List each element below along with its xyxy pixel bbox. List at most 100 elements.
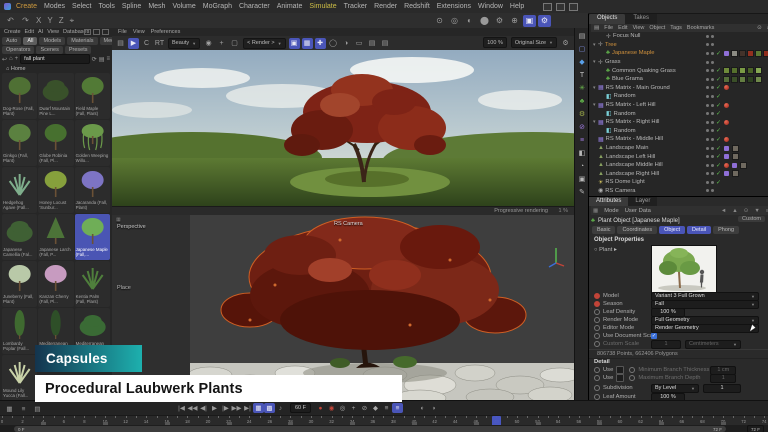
attr-chip-detail[interactable]: Detail: [687, 226, 711, 234]
loop-mode-button[interactable]: ▦: [253, 403, 264, 413]
material-swatch[interactable]: [747, 76, 754, 83]
breadcrumb[interactable]: ⌂ Home: [6, 66, 26, 72]
render-visibility-dot[interactable]: [711, 189, 714, 192]
panel-float-icon[interactable]: [93, 29, 100, 35]
menu-item-spline[interactable]: Spline: [122, 3, 141, 10]
objects-tab-takes[interactable]: Takes: [625, 14, 657, 24]
editor-visibility-dot[interactable]: [706, 164, 709, 167]
object-menu-tags[interactable]: Tags: [670, 25, 682, 31]
anim-dot[interactable]: [594, 385, 600, 391]
region-icon[interactable]: ◯: [328, 38, 339, 49]
asset-item-dog-rose-fall-plant[interactable]: Dog-Rose (Fall, Plant): [2, 73, 37, 119]
add-icon[interactable]: ⊕: [508, 15, 521, 27]
clip-mode-icon[interactable]: ◑: [428, 403, 439, 413]
generator-icon[interactable]: ✳: [576, 82, 588, 94]
asset-menu-create[interactable]: Create: [4, 29, 21, 37]
param-dot[interactable]: [629, 375, 635, 381]
render-visibility-dot[interactable]: [711, 104, 714, 107]
perspective-viewport[interactable]: ▦ Perspective RS Camera Place: [112, 215, 574, 400]
search-icon[interactable]: ⊙: [744, 208, 749, 214]
texture-tag-icon[interactable]: [740, 162, 747, 169]
axis-system-icon[interactable]: ⌖: [70, 16, 75, 26]
enabled-check-icon[interactable]: ✓: [716, 119, 721, 126]
enabled-check-icon[interactable]: ✓: [716, 110, 721, 117]
editor-visibility-dot[interactable]: [706, 147, 709, 150]
viewport-camera-label[interactable]: RS Camera: [334, 221, 363, 227]
attr-tab-layer[interactable]: Layer: [628, 197, 657, 206]
editor-visibility-dot[interactable]: [706, 61, 709, 64]
volume-icon[interactable]: ◧: [576, 147, 588, 159]
enabled-check-icon[interactable]: ✓: [716, 170, 721, 177]
material-swatch[interactable]: [731, 50, 738, 57]
material-icon[interactable]: ⬤: [478, 15, 491, 27]
render-visibility-dot[interactable]: [711, 129, 714, 132]
render-view-icon[interactable]: ⊙: [433, 15, 446, 27]
pan-icon[interactable]: ✚: [315, 38, 326, 49]
object-row-rs-matrix-left-hill[interactable]: ▾▦RS Matrix - Left Hill✓: [589, 101, 768, 110]
asset-item-japanese-camellia-fal[interactable]: Japanese Camellia (Fal...: [2, 214, 37, 260]
editor-visibility-dot[interactable]: [706, 112, 709, 115]
attr-chip-object[interactable]: Object: [659, 226, 685, 234]
camera-tool-icon[interactable]: ◔: [576, 160, 588, 172]
object-row-landscape-right-hill[interactable]: ▲Landscape Right Hill✓: [589, 170, 768, 179]
material-swatch[interactable]: [755, 50, 762, 57]
object-menu-view[interactable]: View: [633, 25, 645, 31]
render-visibility-dot[interactable]: [711, 121, 714, 124]
camera-selector-dropdown[interactable]: < Render >▼: [243, 38, 286, 49]
panel-max-icon[interactable]: [102, 29, 109, 35]
object-row-rs-camera[interactable]: ◉RS Camera: [589, 187, 768, 196]
timeline-layers-icon[interactable]: ▤: [32, 404, 43, 414]
sound-toggle-button[interactable]: ♪: [275, 403, 286, 413]
render-settings-icon[interactable]: ◎: [448, 15, 461, 27]
enabled-check-icon[interactable]: ✓: [716, 93, 721, 100]
custom-button[interactable]: Custom: [738, 216, 765, 222]
object-menu-object[interactable]: Object: [649, 25, 665, 31]
deformer-icon[interactable]: ⚙: [576, 108, 588, 120]
param-dropdown[interactable]: By Level▼: [651, 384, 699, 393]
filter-icon[interactable]: ▼: [754, 208, 759, 214]
anim-dot[interactable]: [594, 293, 600, 299]
object-row-random[interactable]: ◧Random✓: [589, 127, 768, 136]
render-settings-gear-icon[interactable]: ⚙: [560, 37, 571, 48]
render-visibility-dot[interactable]: [711, 164, 714, 167]
enabled-check-icon[interactable]: ✓: [716, 179, 721, 186]
timeline-grid-icon[interactable]: ▦: [4, 404, 15, 414]
enabled-check-icon[interactable]: ✓: [716, 127, 721, 134]
editor-visibility-dot[interactable]: [706, 78, 709, 81]
render-visibility-dot[interactable]: [711, 172, 714, 175]
editor-visibility-dot[interactable]: [706, 189, 709, 192]
menu-item-create[interactable]: Create: [16, 3, 37, 10]
param-value-field[interactable]: 1: [651, 340, 681, 349]
keyframe-settings-button[interactable]: ◎: [337, 403, 348, 413]
axis-lock-y[interactable]: Y: [47, 16, 52, 25]
editor-visibility-dot[interactable]: [706, 129, 709, 132]
asset-item-ginkgo-fall-plant[interactable]: Ginkgo (Fall, Plant): [2, 120, 37, 166]
render-visibility-dot[interactable]: [711, 86, 714, 89]
object-menu-bookmarks[interactable]: Bookmarks: [687, 25, 715, 31]
timeline-menu-icon[interactable]: ≡: [18, 404, 29, 414]
phong-tag-icon[interactable]: [724, 146, 729, 151]
nav-up-icon[interactable]: ▲: [732, 208, 737, 214]
menu-item-modes[interactable]: Modes: [44, 3, 65, 10]
viewport-menu-icon[interactable]: ▦: [116, 217, 121, 223]
material-swatch[interactable]: [747, 67, 754, 74]
render-visibility-dot[interactable]: [711, 181, 714, 184]
anim-dot[interactable]: [594, 375, 600, 381]
track-icon[interactable]: ≡: [381, 403, 392, 413]
layout-icon[interactable]: [556, 3, 565, 11]
texture-tag-icon[interactable]: [732, 145, 739, 152]
menu-item-animate[interactable]: Animate: [277, 3, 303, 10]
object-row-grass[interactable]: ▾✛Grass: [589, 58, 768, 67]
object-row-focus-null[interactable]: ✛Focus Null: [589, 32, 768, 41]
material-swatch[interactable]: [747, 50, 754, 57]
editor-visibility-dot[interactable]: [706, 181, 709, 184]
plane-icon[interactable]: ▢: [576, 43, 588, 55]
undo-icon[interactable]: ↶: [4, 15, 17, 27]
realtime-icon[interactable]: RT: [154, 38, 165, 49]
goto-start-button[interactable]: |◀: [176, 403, 187, 413]
plant-icon[interactable]: ♣: [576, 95, 588, 107]
pen-tool-icon[interactable]: ✎: [576, 186, 588, 198]
render-visibility-dot[interactable]: [711, 69, 714, 72]
asset-item-mound-lily-yucca-fall[interactable]: Mound Lily Yucca (Fall...: [2, 355, 37, 401]
lock-icon[interactable]: ▣: [289, 38, 300, 49]
